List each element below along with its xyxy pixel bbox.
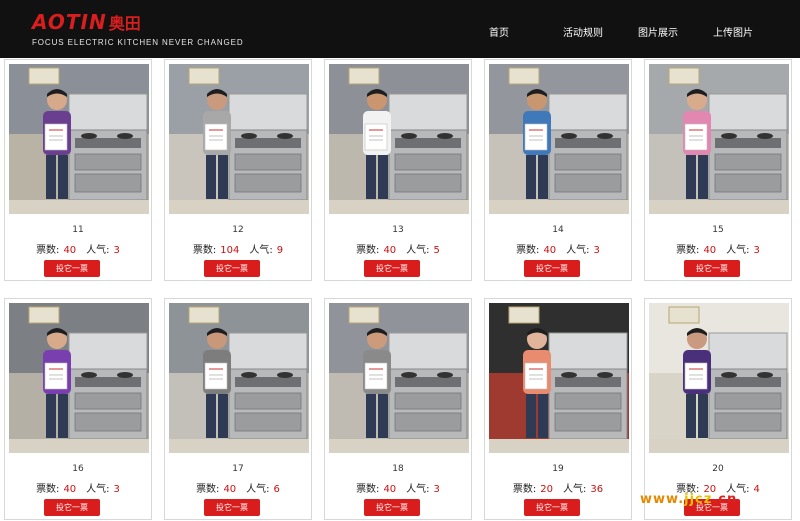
popularity-count: 3 (113, 484, 120, 495)
entry-card: 18 票数: 40 人气: 3 投它一票 (324, 298, 472, 520)
entry-stats: 票数: 40 人气: 6 (165, 480, 311, 495)
entry-number: 15 (712, 225, 724, 235)
vote-button[interactable]: 投它一票 (44, 260, 100, 277)
entry-number: 20 (712, 464, 724, 474)
vote-button[interactable]: 投它一票 (364, 499, 420, 516)
popularity-count: 6 (273, 484, 280, 495)
votes-label: 票数: (196, 484, 220, 495)
entry-photo[interactable] (649, 303, 789, 453)
entry-card: 13 票数: 40 人气: 5 投它一票 (324, 59, 472, 281)
votes-count: 40 (383, 245, 397, 256)
votes-count: 40 (383, 484, 397, 495)
popularity-label: 人气: (86, 484, 110, 495)
nav-gallery[interactable]: 图片展示 (638, 24, 678, 39)
entry-number: 13 (392, 225, 404, 235)
popularity-count: 5 (433, 245, 440, 256)
votes-count: 20 (540, 484, 553, 495)
popularity-count: 3 (593, 245, 600, 256)
votes-count: 40 (63, 484, 77, 495)
vote-button[interactable]: 投它一票 (524, 260, 580, 277)
entry-stats: 票数: 40 人气: 3 (5, 241, 151, 256)
votes-label: 票数: (516, 245, 540, 256)
entry-number: 12 (232, 225, 244, 235)
entry-photo[interactable] (9, 64, 149, 214)
entry-photo[interactable] (489, 303, 629, 453)
vote-button[interactable]: 投它一票 (684, 260, 740, 277)
entry-photo[interactable] (649, 64, 789, 214)
site-watermark: www.jjcz.cn (640, 492, 738, 507)
votes-label: 票数: (676, 245, 700, 256)
entry-card: 20 票数: 20 人气: 4 投它一票 (644, 298, 792, 520)
votes-count: 40 (703, 245, 717, 256)
popularity-count: 3 (113, 245, 120, 256)
entry-card: 17 票数: 40 人气: 6 投它一票 (164, 298, 312, 520)
popularity-count: 36 (590, 484, 604, 495)
entry-number: 18 (392, 464, 404, 474)
entry-photo[interactable] (169, 303, 309, 453)
popularity-label: 人气: (406, 484, 430, 495)
votes-label: 票数: (356, 484, 380, 495)
nav-upload[interactable]: 上传图片 (713, 24, 753, 39)
entry-photo[interactable] (489, 64, 629, 214)
entry-stats: 票数: 40 人气: 3 (645, 241, 791, 256)
votes-count: 40 (63, 245, 77, 256)
votes-count: 40 (223, 484, 237, 495)
popularity-label: 人气: (406, 245, 430, 256)
entry-card: 16 票数: 40 人气: 3 投它一票 (4, 298, 152, 520)
entry-card: 15 票数: 40 人气: 3 投它一票 (644, 59, 792, 281)
vote-button[interactable]: 投它一票 (364, 260, 420, 277)
entry-stats: 票数: 40 人气: 3 (485, 241, 631, 256)
vote-button[interactable]: 投它一票 (204, 260, 260, 277)
entry-stats: 票数: 40 人气: 3 (325, 480, 471, 495)
popularity-label: 人气: (249, 245, 273, 256)
entry-card: 19 票数: 20 人气: 36 投它一票 (484, 298, 632, 520)
entry-photo[interactable] (9, 303, 149, 453)
popularity-count: 9 (276, 245, 284, 256)
popularity-label: 人气: (566, 245, 590, 256)
main-nav: 首页 活动规则 图片展示 上传图片 (0, 24, 800, 40)
entry-number: 14 (552, 225, 564, 235)
vote-button[interactable]: 投它一票 (204, 499, 260, 516)
nav-home[interactable]: 首页 (489, 24, 509, 39)
popularity-label: 人气: (246, 484, 270, 495)
votes-label: 票数: (192, 245, 217, 256)
votes-count: 40 (543, 245, 557, 256)
nav-rules[interactable]: 活动规则 (563, 24, 603, 39)
votes-count: 104 (220, 245, 240, 256)
entry-stats: 票数: 40 人气: 5 (325, 241, 471, 256)
votes-label: 票数: (36, 245, 60, 256)
popularity-count: 3 (433, 484, 440, 495)
popularity-label: 人气: (563, 484, 587, 495)
popularity-label: 人气: (86, 245, 110, 256)
votes-label: 票数: (512, 484, 537, 495)
popularity-count: 3 (753, 245, 760, 256)
entry-number: 17 (232, 464, 244, 474)
entry-stats: 票数: 20 人气: 36 (485, 480, 631, 495)
entry-card: 12 票数: 104 人气: 9 投它一票 (164, 59, 312, 281)
entry-photo[interactable] (329, 64, 469, 214)
votes-label: 票数: (36, 484, 60, 495)
entry-stats: 票数: 40 人气: 3 (5, 480, 151, 495)
entry-card: 14 票数: 40 人气: 3 投它一票 (484, 59, 632, 281)
entry-number: 19 (552, 464, 564, 474)
entry-number: 16 (72, 464, 84, 474)
site-header: AOTIN 奥田 FOCUS ELECTRIC KITCHEN NEVER CH… (0, 0, 800, 58)
popularity-label: 人气: (726, 245, 750, 256)
votes-label: 票数: (356, 245, 380, 256)
entry-stats: 票数: 104 人气: 9 (165, 241, 311, 256)
entry-photo[interactable] (169, 64, 309, 214)
popularity-count: 4 (753, 484, 760, 495)
entry-photo[interactable] (329, 303, 469, 453)
entry-number: 11 (72, 225, 84, 235)
vote-button[interactable]: 投它一票 (44, 499, 100, 516)
entry-card: 11 票数: 40 人气: 3 投它一票 (4, 59, 152, 281)
vote-button[interactable]: 投它一票 (524, 499, 580, 516)
